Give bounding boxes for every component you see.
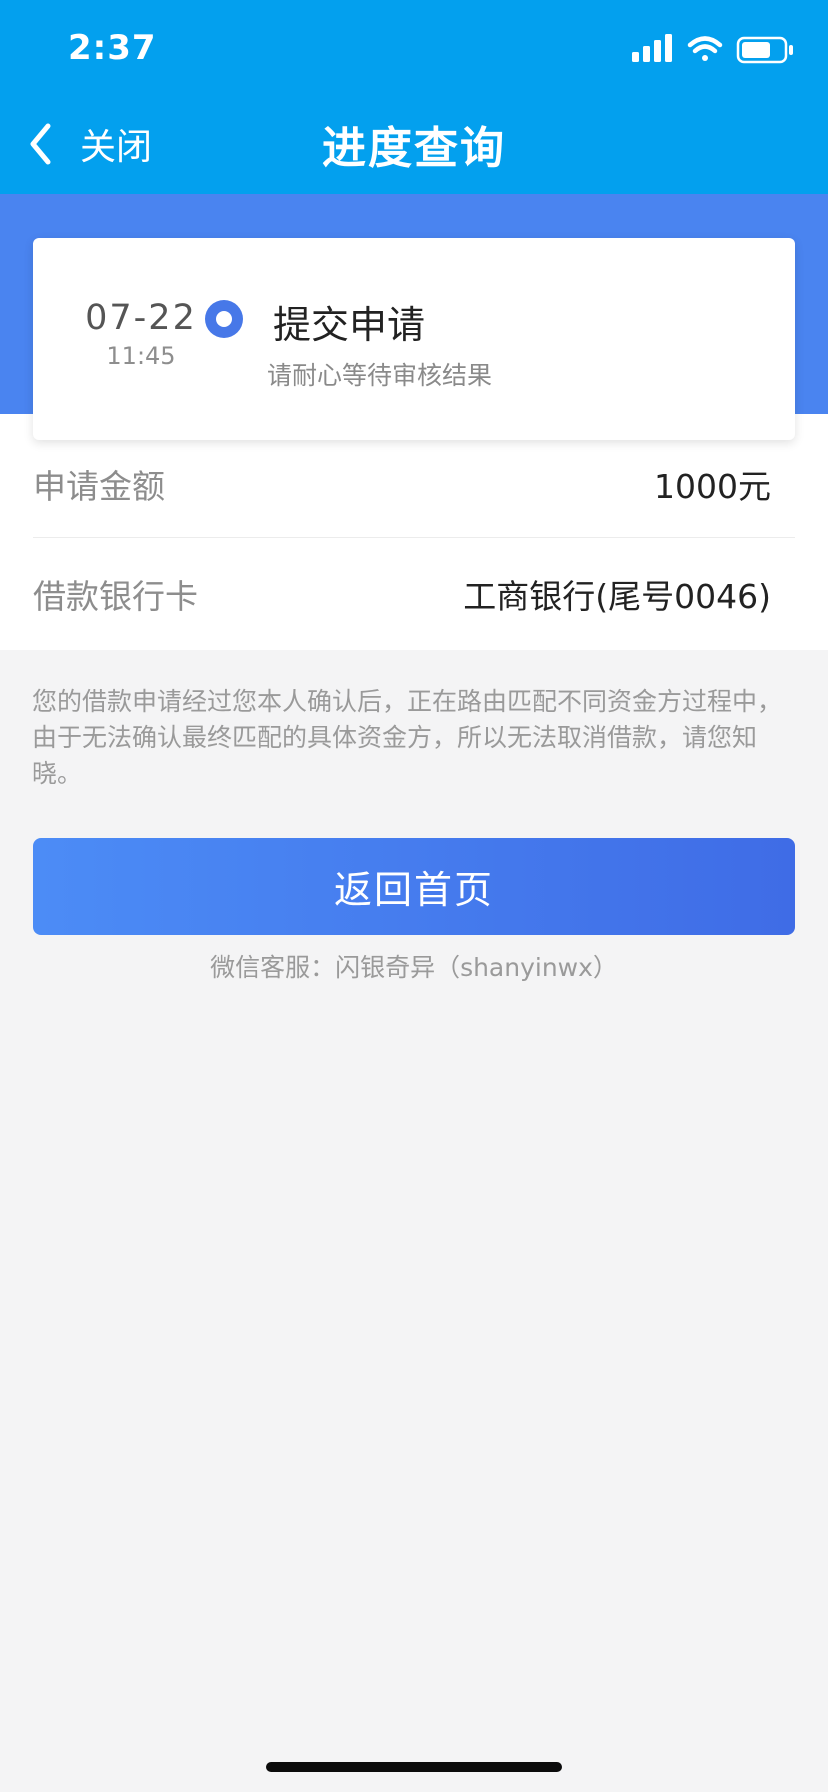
cellular-signal-icon: [632, 34, 672, 62]
detail-label: 借款银行卡: [33, 577, 198, 616]
wifi-icon: [687, 36, 723, 61]
divider: [33, 537, 795, 538]
back-to-home-button[interactable]: 返回首页: [33, 838, 795, 935]
header: 2:37 关闭 进度查询: [0, 0, 828, 194]
home-indicator[interactable]: [266, 1762, 562, 1772]
progress-step: 提交申请: [273, 303, 426, 347]
page-title: 进度查询: [322, 123, 506, 174]
detail-value: 1000元: [654, 467, 771, 506]
detail-row-bank-card: 借款银行卡 工商银行(尾号0046): [33, 540, 795, 648]
status-time: 2:37: [68, 28, 157, 68]
detail-label: 申请金额: [33, 467, 165, 506]
wechat-service-text: 微信客服：闪银奇异（shanyinwx）: [210, 953, 618, 982]
detail-row-amount: 申请金额 1000元: [33, 430, 795, 538]
detail-value: 工商银行(尾号0046): [463, 577, 771, 616]
progress-time: 11:45: [106, 342, 176, 370]
battery-icon: [736, 36, 793, 64]
step-indicator-icon: [205, 300, 243, 338]
status-icons: [632, 34, 793, 64]
progress-card: 07-22 11:45 提交申请 请耐心等待审核结果: [33, 238, 795, 440]
progress-note: 请耐心等待审核结果: [267, 361, 493, 390]
progress-date: 07-22: [85, 298, 197, 338]
cancel-notice: 您的借款申请经过您本人确认后，正在路由匹配不同资金方过程中，由于无法确认最终匹配…: [32, 687, 783, 788]
progress-page: 2:37 关闭 进度查询 07-22 11:45 提交申请 请耐心等待审核结果 …: [0, 0, 828, 1792]
